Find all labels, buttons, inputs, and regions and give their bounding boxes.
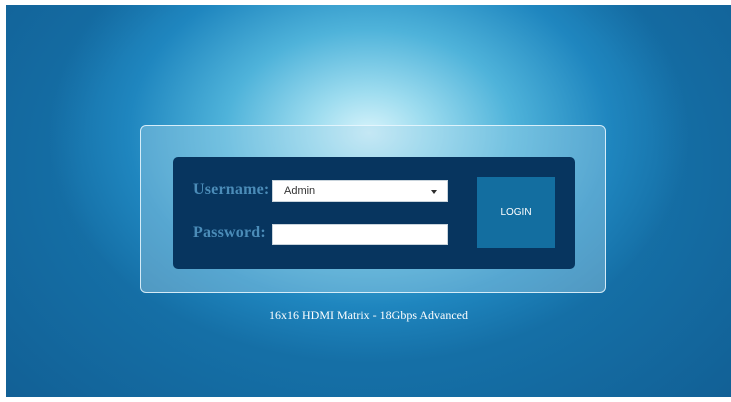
username-selected-value: Admin	[284, 185, 316, 197]
username-select[interactable]: Admin	[272, 180, 448, 202]
product-title: 16x16 HDMI Matrix - 18Gbps Advanced	[269, 308, 468, 322]
login-button[interactable]: LOGIN	[477, 177, 555, 248]
login-page: Username: Admin Password: LOGIN 16x16 HD…	[6, 5, 731, 397]
login-frame: Username: Admin Password: LOGIN	[140, 125, 606, 293]
password-field[interactable]	[272, 224, 448, 245]
password-label: Password:	[193, 224, 266, 241]
username-label: Username:	[193, 181, 270, 198]
chevron-down-icon	[431, 190, 437, 194]
login-panel: Username: Admin Password: LOGIN	[173, 157, 575, 269]
